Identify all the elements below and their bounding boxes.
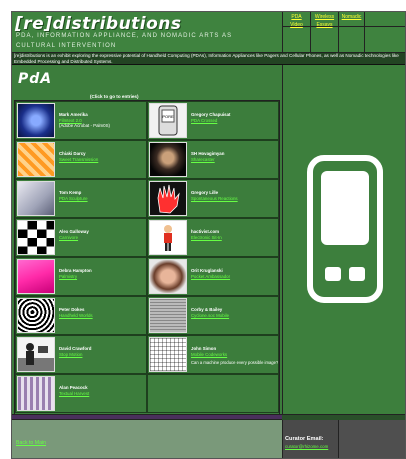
footer: Back to Main Curator Email: curator@rhiz… <box>12 420 405 458</box>
intro-text: [re]distributions is an exhibit explorin… <box>12 53 405 65</box>
entry-thumbnail[interactable] <box>149 259 187 294</box>
entry-thumbnail[interactable] <box>17 181 55 216</box>
entry-thumbnail[interactable] <box>149 337 187 372</box>
curator-label: Curator Email: <box>285 436 324 442</box>
entry-thumbnail[interactable] <box>17 103 55 138</box>
entry-work-link[interactable]: PDA Crossed <box>191 118 217 123</box>
svg-text:PORE: PORE <box>162 114 174 119</box>
nav-cell-pda-video: PDA Video <box>282 12 310 53</box>
pda-device-icon <box>307 155 383 303</box>
entry-cell[interactable]: Chiaki Darcy Sweet Transmission <box>15 140 147 179</box>
tagline-line-1: PDA, INFORMATION APPLIANCE, AND NOMADIC … <box>16 33 233 39</box>
entry-cell[interactable]: Gregory Lille Spontaneous Reactions <box>147 179 279 218</box>
entry-thumbnail[interactable] <box>149 220 187 255</box>
entry-note: (Adobe Acrobat - Palm0S) <box>59 123 111 128</box>
nav-cell-wireless-essays: Wireless Essays <box>310 12 338 53</box>
entry-work-link[interactable]: Carnivore <box>59 235 78 240</box>
entry-artist: Gregory Chapuisat <box>191 112 231 117</box>
click-note: (Click to go to entries) <box>90 94 139 99</box>
entry-artist: Gregory Lille <box>191 190 219 195</box>
nav-cell-nomadic: Nomadic <box>338 12 364 53</box>
curator-box: Curator Email: curator@rhizome.com <box>282 420 338 458</box>
entry-cell[interactable]: David Crawford Stop Motion <box>15 335 147 374</box>
entry-work-link[interactable]: Electronic Sit-In <box>191 235 222 240</box>
entry-artist: Alan Peacock <box>59 385 88 390</box>
nav-link-essays[interactable]: Essays <box>311 22 338 28</box>
entry-artist: Debra Hampton <box>59 268 92 273</box>
nav-link-pda[interactable]: PDA <box>283 14 310 20</box>
entry-cell[interactable]: Mark Amerika Filmtext 2.0 (Adobe Acrobat -… <box>15 101 147 140</box>
entry-artist: Orit Kruglanski <box>191 268 223 273</box>
entry-thumbnail[interactable] <box>17 142 55 177</box>
site-logo[interactable]: [re]distributions <box>15 14 182 34</box>
entry-thumbnail[interactable] <box>17 376 55 411</box>
entry-thumbnail[interactable] <box>149 181 187 216</box>
entry-work-link[interactable]: Cyclone.soc Mobile <box>191 313 229 318</box>
entry-thumbnail[interactable] <box>17 220 55 255</box>
entry-artist: hactivist.com <box>191 229 220 234</box>
entry-cell[interactable]: Corby & Bailey Cyclone.soc Mobile <box>147 296 279 335</box>
entry-work-link[interactable]: Mobile Codeworks <box>191 352 227 357</box>
entry-thumbnail[interactable] <box>149 142 187 177</box>
entry-work-link[interactable]: Pocket Ambassador <box>191 274 230 279</box>
curator-email-link[interactable]: curator@rhizome.com <box>285 444 328 449</box>
entry-work-link[interactable]: Sweet Transmission <box>59 157 98 162</box>
entry-cell[interactable]: SH Hovagimyan Sharecaster <box>147 140 279 179</box>
entry-artist: Tom Kemp <box>59 190 82 195</box>
header: [re]distributions PDA, INFORMATION APPLI… <box>12 12 405 53</box>
nav-link-nomadic[interactable]: Nomadic <box>339 14 364 20</box>
nav-cell-empty <box>364 12 405 53</box>
entry-work-link[interactable]: Textual Harvest <box>59 391 89 396</box>
entry-artist: Corby & Bailey <box>191 307 223 312</box>
side-panel <box>282 65 405 420</box>
entry-cell[interactable]: Peter Dokes Handheld Worlds <box>15 296 147 335</box>
nav-link-wireless[interactable]: Wireless <box>311 14 338 20</box>
footer-right-block <box>338 420 405 458</box>
entry-cell[interactable]: Tom Kemp PDA Sculpture <box>15 179 147 218</box>
entry-thumbnail[interactable] <box>17 337 55 372</box>
entry-artist: Alex Galloway <box>59 229 89 234</box>
entry-thumbnail[interactable] <box>17 298 55 333</box>
entry-work-link[interactable]: PDA Sculpture <box>59 196 88 201</box>
tagline-line-2: CULTURAL INTERVENTION <box>16 43 117 49</box>
entry-cell[interactable]: John Simon Mobile Codeworks Can a machine … <box>147 335 279 374</box>
entry-cell[interactable]: PORE Gregory Chapuisat PDA Crossed <box>147 101 279 140</box>
entry-thumbnail[interactable]: PORE <box>149 103 187 138</box>
entry-artist: John Simon <box>191 346 217 351</box>
entry-cell[interactable]: Alex Galloway Carnivore <box>15 218 147 257</box>
empty-cell <box>147 374 279 413</box>
entry-cell[interactable]: hactivist.com Electronic Sit-In <box>147 218 279 257</box>
entry-work-link[interactable]: Palmistry <box>59 274 77 279</box>
entries-panel: PdA (Click to go to entries) Mark Amerik… <box>12 65 282 420</box>
entry-cell[interactable]: Alan Peacock Textual Harvest <box>15 374 147 413</box>
entry-artist: Chiaki Darcy <box>59 151 86 156</box>
nav-link-video[interactable]: Video <box>283 22 310 28</box>
entry-thumbnail[interactable] <box>17 259 55 294</box>
entry-note: Can a machine produce every possible ima… <box>191 360 279 365</box>
entry-work-link[interactable]: Handheld Worlds <box>59 313 93 318</box>
entry-work-link[interactable]: Sharecaster <box>191 157 215 162</box>
entry-work-link[interactable]: Spontaneous Reactions <box>191 196 238 201</box>
entry-artist: SH Hovagimyan <box>191 151 225 156</box>
entry-thumbnail[interactable] <box>149 298 187 333</box>
entries-grid: Mark Amerika Filmtext 2.0 (Adobe Acrobat -… <box>14 100 280 418</box>
top-nav: PDA Video Wireless Essays Nomadic <box>282 12 405 53</box>
section-title: PdA <box>18 71 53 87</box>
entry-cell[interactable]: Orit Kruglanski Pocket Ambassador <box>147 257 279 296</box>
entry-artist: Mark Amerika <box>59 112 88 117</box>
entry-artist: Peter Dokes <box>59 307 85 312</box>
back-to-main-link[interactable]: Back to Main <box>16 440 46 446</box>
entry-work-link[interactable]: Stop Motion <box>59 352 82 357</box>
entry-artist: David Crawford <box>59 346 92 351</box>
page-frame: [re]distributions PDA, INFORMATION APPLI… <box>11 11 406 459</box>
entry-cell[interactable]: Debra Hampton Palmistry <box>15 257 147 296</box>
